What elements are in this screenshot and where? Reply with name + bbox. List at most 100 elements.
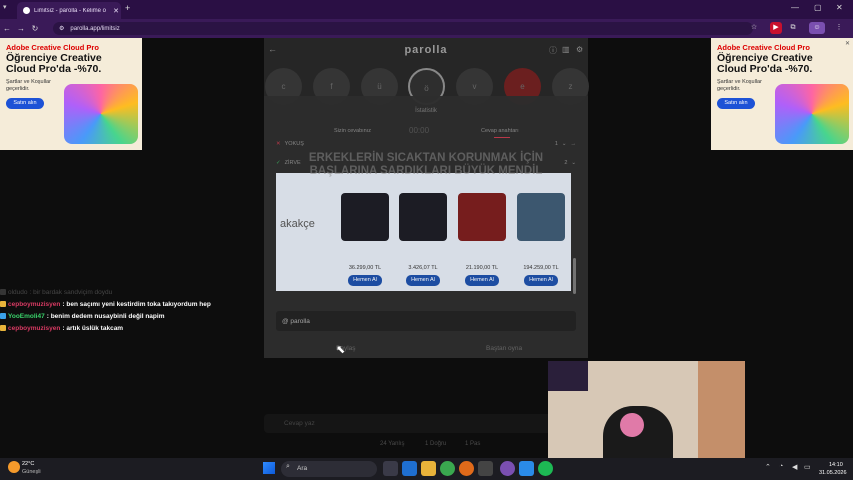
close-window-icon[interactable]: ✕ xyxy=(836,3,843,12)
buy-now-button[interactable]: Hemen Al xyxy=(406,275,440,286)
chat-message: cepboymuzisyen : artık üslük takcam xyxy=(0,322,255,334)
ad-brand: Adobe Creative Cloud Pro xyxy=(717,43,810,52)
ad-terms: Şartlar ve Koşullar geçerlidir. xyxy=(717,79,762,92)
weather-desc: Güneşli xyxy=(22,469,41,475)
product-price: 36.299,00 TL xyxy=(348,265,382,271)
ad-brand: Adobe Creative Cloud Pro xyxy=(6,43,99,52)
ad-headline: Öğrenciye Creative Cloud Pro'da -%70. xyxy=(717,52,813,75)
timer: 00:00 xyxy=(409,126,430,135)
ad-buy-button[interactable]: Satın alın xyxy=(6,98,44,109)
battery-icon[interactable]: ▭ xyxy=(804,463,811,471)
close-tab-icon[interactable]: ✕ xyxy=(111,7,121,15)
stats-modal: İstatistik Sizin cevabınız 00:00 Cevap a… xyxy=(264,96,588,358)
curtain xyxy=(698,361,745,458)
buy-now-button[interactable]: Hemen Al xyxy=(524,275,558,286)
weather-temp: 22°C xyxy=(22,461,35,467)
chevron-down-icon: ⌄ xyxy=(561,141,567,147)
reload-icon[interactable]: ↻ xyxy=(28,24,42,33)
modal-scrollbar[interactable] xyxy=(573,258,576,294)
app-icon[interactable] xyxy=(519,461,534,476)
answer-text: YOKUŞ xyxy=(284,141,304,147)
pass-count: 1 Pas xyxy=(465,441,481,447)
browser-tab[interactable]: Limitsiz - parolla - Kelime o ✕ xyxy=(17,2,121,19)
chat-text: : benim dedem nusaybinli değil napim xyxy=(46,312,165,320)
profile-icon[interactable]: ☺ xyxy=(809,22,825,34)
windows-start-icon[interactable] xyxy=(263,462,275,474)
your-answer-header[interactable]: Sizin cevabınız xyxy=(334,128,371,134)
answer-input[interactable]: Cevap yaz xyxy=(264,414,554,433)
back-icon[interactable]: ← xyxy=(0,24,14,33)
right-ad-banner[interactable]: ✕ Adobe Creative Cloud Pro Öğrenciye Cre… xyxy=(711,38,853,150)
left-ad-banner[interactable]: Adobe Creative Cloud Pro Öğrenciye Creat… xyxy=(0,38,142,150)
golf-cart-image xyxy=(517,193,565,241)
answer-count: 1 xyxy=(554,141,558,147)
ad-artwork xyxy=(775,84,849,144)
firefox-icon[interactable] xyxy=(459,461,474,476)
ad-close-icon[interactable]: ✕ xyxy=(845,40,850,47)
settings-icon[interactable]: ⚙ xyxy=(576,45,583,54)
answer-key-header[interactable]: Cevap anahtarı xyxy=(481,128,519,134)
badge-icon xyxy=(0,325,6,331)
chrome-icon[interactable] xyxy=(440,461,455,476)
stream-chat: oldudo : bir bardak sandviçim doydu cepb… xyxy=(0,286,255,336)
extensions-puzzle-icon[interactable]: ⧉ xyxy=(787,22,799,34)
answer-row[interactable]: ✕ YOKUŞ 1 ⌄ → xyxy=(276,138,576,150)
tray-chevron-icon[interactable]: ⌃ xyxy=(765,463,771,471)
wifi-icon[interactable]: ◔ xyxy=(779,463,783,470)
badge-icon xyxy=(0,289,6,295)
stats-heading: İstatistik xyxy=(415,108,437,114)
address-bar[interactable]: ⚙ parolla.app/limitsiz xyxy=(53,22,753,35)
forward-icon[interactable]: → xyxy=(14,24,28,33)
new-tab-icon[interactable]: + xyxy=(125,3,130,13)
chat-message: YooEmoli47 : benim dedem nusaybinli deği… xyxy=(0,310,255,322)
neon-sign xyxy=(548,361,588,391)
product-card[interactable]: 194.259,00 TL Hemen Al xyxy=(512,193,570,291)
bookmark-star-icon[interactable]: ☆ xyxy=(748,22,760,34)
buy-now-button[interactable]: Hemen Al xyxy=(348,275,382,286)
stats-icon[interactable]: ▥ xyxy=(562,45,570,54)
url-text: parolla.app/limitsiz xyxy=(70,25,120,32)
clock-date[interactable]: 31.05.2026 xyxy=(819,470,847,476)
file-explorer-icon[interactable] xyxy=(421,461,436,476)
chat-text: : artık üslük takcam xyxy=(62,324,124,332)
product-price: 3.426,07 TL xyxy=(408,265,438,271)
ad-headline: Öğrenciye Creative Cloud Pro'da -%70. xyxy=(6,52,102,75)
clock-time[interactable]: 14:10 xyxy=(829,462,843,468)
extension-red-icon[interactable]: ▶ xyxy=(770,22,782,34)
chat-user: cepboymuzisyen xyxy=(8,324,61,332)
chat-message: cepboymuzisyen : ben saçımı yeni kestird… xyxy=(0,298,255,310)
arrow-right-icon: → xyxy=(570,141,577,147)
weather-icon[interactable] xyxy=(8,461,20,473)
volume-icon[interactable]: ◀ xyxy=(792,463,797,471)
buy-now-button[interactable]: Hemen Al xyxy=(465,275,499,286)
taskbar-search[interactable]: Ara xyxy=(281,461,377,477)
product-card[interactable]: 21.190,00 TL Hemen Al xyxy=(453,193,511,291)
ad-buy-button[interactable]: Satın alın xyxy=(717,98,755,109)
browser-menu-icon[interactable]: ⋮ xyxy=(833,22,845,34)
tab-search-icon[interactable]: ▾ xyxy=(3,3,7,11)
product-price: 194.259,00 TL xyxy=(523,265,559,271)
badge-icon xyxy=(0,313,6,319)
maximize-icon[interactable]: ▢ xyxy=(814,3,822,12)
badge-icon xyxy=(0,301,6,307)
spotify-icon[interactable] xyxy=(538,461,553,476)
app-icon[interactable] xyxy=(478,461,493,476)
minimize-icon[interactable]: — xyxy=(791,3,799,12)
task-view-icon[interactable] xyxy=(383,461,398,476)
product-card[interactable]: 3.426,07 TL Hemen Al xyxy=(394,193,452,291)
wrong-count: 24 Yanlış xyxy=(380,441,405,447)
replay-button[interactable]: Baştan oyna xyxy=(486,345,522,352)
product-ad[interactable]: akakçe 36.299,00 TL Hemen Al 3.426,07 TL… xyxy=(276,173,571,291)
edge-icon[interactable] xyxy=(402,461,417,476)
discord-icon[interactable] xyxy=(500,461,515,476)
game-title: parolla xyxy=(404,44,448,56)
chat-user: oldudo xyxy=(8,288,28,296)
site-info-icon[interactable]: ⚙ xyxy=(59,25,64,32)
chat-message: oldudo : bir bardak sandviçim doydu xyxy=(0,286,255,298)
chat-user: cepboymuzisyen xyxy=(8,300,61,308)
compressor-image xyxy=(458,193,506,241)
wrong-icon: ✕ xyxy=(276,141,281,147)
info-icon[interactable]: ⓘ xyxy=(549,45,557,56)
product-card[interactable]: 36.299,00 TL Hemen Al xyxy=(336,193,394,291)
correct-count: 1 Doğru xyxy=(425,441,447,447)
